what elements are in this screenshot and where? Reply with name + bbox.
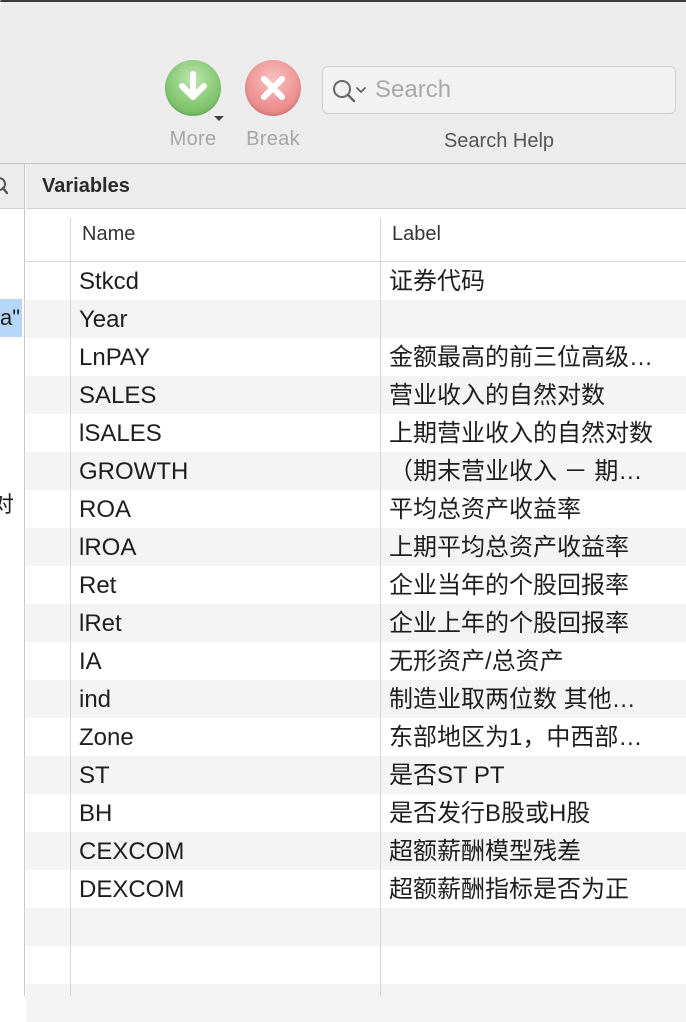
table-row[interactable]: CEXCOM 超额薪酬模型残差 xyxy=(26,832,686,870)
column-divider-checkbox xyxy=(70,218,71,996)
search-help-label: Search Help xyxy=(443,130,555,152)
variable-label: 金额最高的前三位高级… xyxy=(389,344,653,371)
variables-title: Variables xyxy=(42,175,130,197)
variable-name: ind xyxy=(79,686,112,713)
table-row[interactable]: GROWTH （期末营业收入 － 期… xyxy=(26,452,686,490)
variable-label: 超额薪酬模型残差 xyxy=(389,838,581,865)
variables-column-header: Name Label xyxy=(26,209,686,262)
left-panel xyxy=(0,164,25,996)
variable-label: 制造业取两位数 其他… xyxy=(389,686,636,713)
variable-name: ST xyxy=(79,762,110,789)
column-header-name[interactable]: Name xyxy=(82,223,135,246)
left-selected-row[interactable]: a" xyxy=(0,299,22,337)
variable-label: 是否ST PT xyxy=(389,762,505,789)
table-row[interactable]: Stkcd 证券代码 xyxy=(26,262,686,300)
variable-label: 东部地区为1，中西部… xyxy=(389,724,643,751)
table-row[interactable]: Ret 企业当年的个股回报率 xyxy=(26,566,686,604)
table-row[interactable]: IA 无形资产/总资产 xyxy=(26,642,686,680)
dropdown-caret-icon[interactable] xyxy=(214,116,224,121)
left-text-fragment: 对 xyxy=(0,492,14,517)
search-input[interactable] xyxy=(375,75,665,105)
more-icon xyxy=(165,60,221,116)
variables-header: Variables xyxy=(26,164,686,209)
variable-name: ROA xyxy=(79,496,132,523)
more-button[interactable]: More xyxy=(158,60,228,151)
table-row[interactable]: ROA 平均总资产收益率 xyxy=(26,490,686,528)
variable-name: CEXCOM xyxy=(79,838,185,865)
variable-name: Ret xyxy=(79,572,117,599)
variable-label xyxy=(389,946,684,984)
variable-name: IA xyxy=(79,648,102,675)
more-label: More xyxy=(169,128,217,150)
variable-name: LnPAY xyxy=(79,344,151,371)
table-row[interactable] xyxy=(26,946,686,984)
search-icon[interactable] xyxy=(331,77,371,110)
variable-label xyxy=(389,300,684,338)
variable-label: 上期平均总资产收益率 xyxy=(389,534,629,561)
variable-name: lRet xyxy=(79,610,122,637)
variable-label: 上期营业收入的自然对数 xyxy=(389,420,653,447)
variable-label: 营业收入的自然对数 xyxy=(389,382,605,409)
left-panel-header xyxy=(0,164,24,209)
variable-name: Stkcd xyxy=(79,268,140,295)
variable-label: 无形资产/总资产 xyxy=(389,648,564,675)
table-row[interactable] xyxy=(26,908,686,946)
table-row[interactable]: SALES 营业收入的自然对数 xyxy=(26,376,686,414)
variable-label: 企业当年的个股回报率 xyxy=(389,572,629,599)
variable-name: GROWTH xyxy=(79,458,189,485)
variable-name: Year xyxy=(79,306,128,333)
table-row[interactable]: ST 是否ST PT xyxy=(26,756,686,794)
variable-label: 企业上年的个股回报率 xyxy=(389,610,629,637)
variable-label: 是否发行B股或H股 xyxy=(389,800,591,827)
window-top-edge xyxy=(0,0,686,2)
table-row[interactable]: lROA 上期平均总资产收益率 xyxy=(26,528,686,566)
table-row[interactable] xyxy=(26,984,686,1022)
variable-name: lSALES xyxy=(79,420,162,447)
column-header-label[interactable]: Label xyxy=(392,223,441,246)
table-row[interactable]: DEXCOM 超额薪酬指标是否为正 xyxy=(26,870,686,908)
column-divider-name xyxy=(380,218,381,996)
break-label: Break xyxy=(246,128,300,150)
table-row[interactable]: LnPAY 金额最高的前三位高级… xyxy=(26,338,686,376)
table-row[interactable]: lRet 企业上年的个股回报率 xyxy=(26,604,686,642)
variable-label xyxy=(389,984,684,1022)
variable-name: DEXCOM xyxy=(79,876,185,903)
table-row[interactable]: Zone 东部地区为1，中西部… xyxy=(26,718,686,756)
variable-label xyxy=(389,908,684,946)
table-row[interactable]: Year xyxy=(26,300,686,338)
table-row[interactable]: BH 是否发行B股或H股 xyxy=(26,794,686,832)
left-search-icon[interactable] xyxy=(0,175,8,197)
break-button[interactable]: Break xyxy=(238,60,308,151)
table-row[interactable]: ind 制造业取两位数 其他… xyxy=(26,680,686,718)
table-row[interactable]: lSALES 上期营业收入的自然对数 xyxy=(26,414,686,452)
variable-label: 平均总资产收益率 xyxy=(389,496,581,523)
variable-name: lROA xyxy=(79,534,137,561)
variable-name: SALES xyxy=(79,382,157,409)
variable-label: 超额薪酬指标是否为正 xyxy=(389,876,629,903)
search-field[interactable] xyxy=(322,66,676,114)
break-icon xyxy=(245,60,301,116)
variable-name: BH xyxy=(79,800,113,827)
variables-table: Stkcd 证券代码 Year LnPAY 金额最高的前三位高级… SALES 营业收入的自… xyxy=(26,262,686,1022)
variable-label: 证券代码 xyxy=(389,268,485,295)
variable-label: （期末营业收入 － 期… xyxy=(389,458,643,485)
toolbar: More Break Search Help xyxy=(0,0,686,164)
variable-name: Zone xyxy=(79,724,134,751)
